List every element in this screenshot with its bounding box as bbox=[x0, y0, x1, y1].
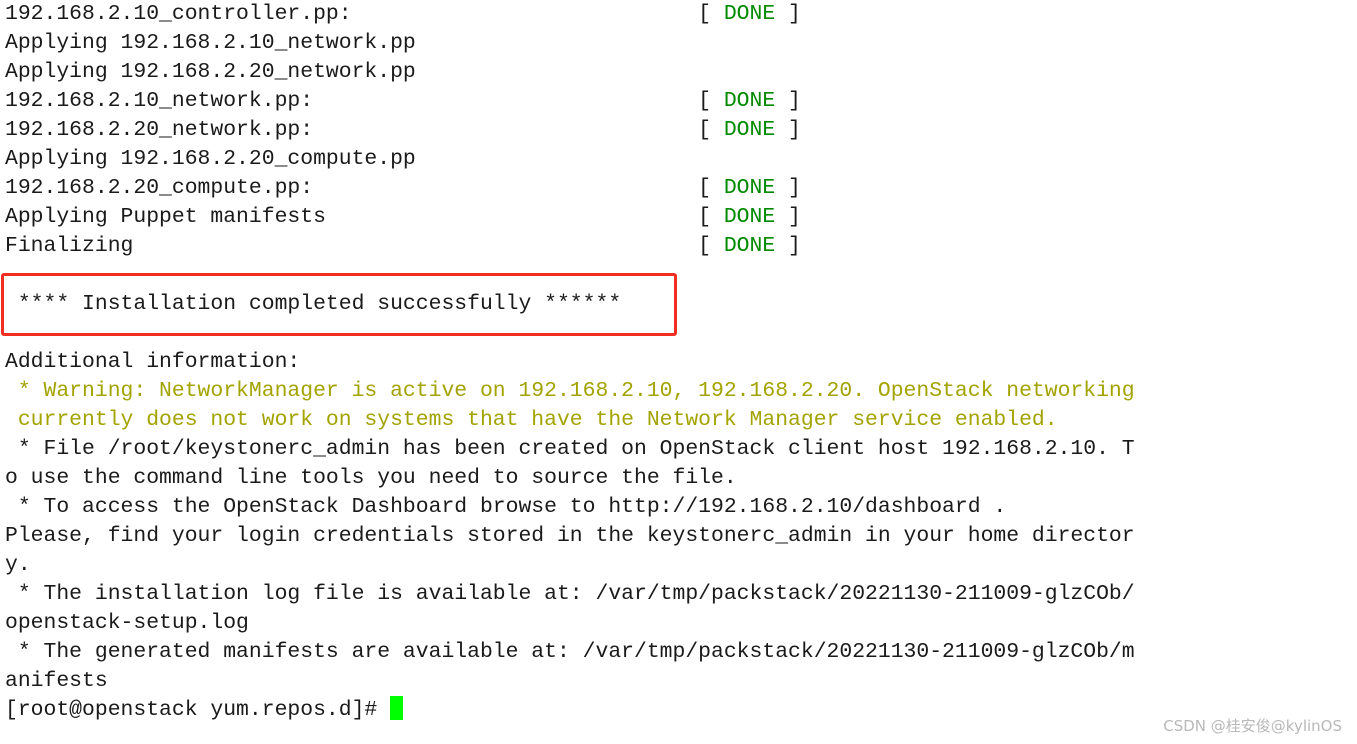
warning-line: * Warning: NetworkManager is active on 1… bbox=[5, 379, 1135, 403]
info-line: Additional information: bbox=[5, 350, 301, 374]
shell-prompt: [root@openstack yum.repos.d]# bbox=[5, 698, 378, 722]
status-line: Applying 192.168.2.20_network.pp bbox=[5, 58, 1135, 87]
done-text: DONE bbox=[723, 118, 776, 142]
status-badge: [ DONE ] bbox=[698, 2, 801, 26]
done-text: DONE bbox=[723, 176, 776, 200]
status-label: Finalizing bbox=[5, 234, 134, 258]
status-line: 192.168.2.10_network.pp: [ DONE ] bbox=[5, 87, 1135, 116]
watermark: CSDN @桂安俊@kylinOS bbox=[1163, 717, 1342, 735]
done-text: DONE bbox=[723, 234, 776, 258]
status-line: Applying 192.168.2.20_compute.pp bbox=[5, 145, 1135, 174]
terminal-output: 192.168.2.10_controller.pp:[ DONE ] Apply… bbox=[5, 0, 1135, 725]
prompt-line[interactable]: [root@openstack yum.repos.d]# bbox=[5, 696, 1135, 725]
status-badge: [ DONE ] bbox=[698, 234, 801, 258]
info-block: Additional information: * Warning: Netwo… bbox=[5, 348, 1135, 696]
cursor bbox=[390, 696, 404, 720]
info-line: * The installation log file is available… bbox=[5, 582, 1135, 606]
highlight-box bbox=[1, 273, 677, 336]
status-label: 192.168.2.20_network.pp: bbox=[5, 118, 314, 142]
done-text: DONE bbox=[723, 205, 776, 229]
info-line: * To access the OpenStack Dashboard brow… bbox=[5, 495, 1007, 519]
done-text: DONE bbox=[723, 2, 776, 26]
status-label: Applying 192.168.2.10_network.pp bbox=[5, 31, 416, 55]
status-line: 192.168.2.10_controller.pp: [ DONE ] bbox=[5, 0, 1135, 29]
status-block: 192.168.2.10_controller.pp:[ DONE ] Apply… bbox=[5, 0, 1135, 261]
info-line: * The generated manifests are available … bbox=[5, 640, 1135, 664]
status-badge: [ DONE ] bbox=[698, 176, 801, 200]
warning-line: currently does not work on systems that … bbox=[5, 408, 1058, 432]
status-badge: [ DONE ] bbox=[698, 89, 801, 113]
status-line: 192.168.2.20_compute.pp: [ DONE ] bbox=[5, 174, 1135, 203]
info-line: anifests bbox=[5, 669, 108, 693]
status-line: Applying Puppet manifests [ DONE ] bbox=[5, 203, 1135, 232]
info-line: o use the command line tools you need to… bbox=[5, 466, 737, 490]
status-label: 192.168.2.20_compute.pp: bbox=[5, 176, 314, 200]
status-label: 192.168.2.10_network.pp: bbox=[5, 89, 314, 113]
info-line: openstack-setup.log bbox=[5, 611, 249, 635]
status-badge: [ DONE ] bbox=[698, 118, 801, 142]
status-line: Finalizing [ DONE ] bbox=[5, 232, 1135, 261]
done-text: DONE bbox=[723, 89, 776, 113]
status-badge: [ DONE ] bbox=[698, 205, 801, 229]
status-label: Applying 192.168.2.20_compute.pp bbox=[5, 147, 416, 171]
info-line: y. bbox=[5, 553, 31, 577]
status-line: Applying 192.168.2.10_network.pp bbox=[5, 29, 1135, 58]
info-line: Please, find your login credentials stor… bbox=[5, 524, 1135, 548]
status-label: Applying Puppet manifests bbox=[5, 205, 326, 229]
status-label: 192.168.2.10_controller.pp: bbox=[5, 2, 352, 26]
info-line: * File /root/keystonerc_admin has been c… bbox=[5, 437, 1135, 461]
status-line: 192.168.2.20_network.pp: [ DONE ] bbox=[5, 116, 1135, 145]
status-label: Applying 192.168.2.20_network.pp bbox=[5, 60, 416, 84]
